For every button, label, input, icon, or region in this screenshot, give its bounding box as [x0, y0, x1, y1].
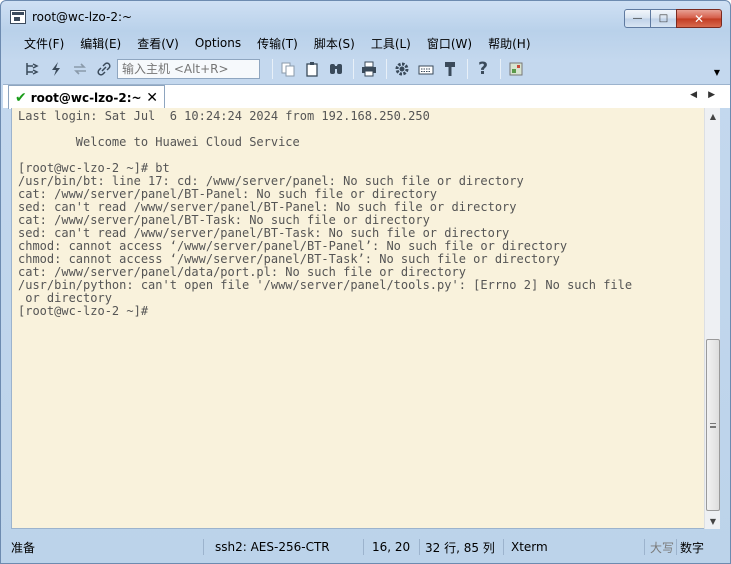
help-icon[interactable]: ? — [472, 58, 494, 80]
menu-edit[interactable]: 编辑(E) — [72, 35, 129, 52]
status-bar: 准备 ssh2: AES-256-CTR 16, 20 32 行, 85 列 X… — [3, 536, 730, 557]
scroll-up-icon[interactable]: ▲ — [705, 108, 721, 124]
scrollbar-thumb[interactable] — [706, 339, 720, 511]
status-separator — [203, 539, 204, 555]
sftp-icon[interactable] — [439, 58, 461, 80]
status-separator — [419, 539, 420, 555]
terminal-app-icon — [10, 10, 26, 24]
status-protocol: ssh2: AES-256-CTR — [215, 540, 330, 554]
status-separator — [644, 539, 645, 555]
terminal-output: Last login: Sat Jul 6 10:24:24 2024 from… — [18, 109, 633, 318]
toolbar-separator — [386, 59, 387, 79]
lightning-icon[interactable] — [45, 58, 67, 80]
host-input[interactable] — [117, 59, 260, 79]
status-separator — [503, 539, 504, 555]
tab-close-icon[interactable]: ✕ — [146, 90, 158, 106]
menu-help[interactable]: 帮助(H) — [480, 35, 538, 52]
status-cursor-position: 16, 20 — [372, 540, 411, 554]
copy-icon[interactable] — [277, 58, 299, 80]
link-icon[interactable] — [93, 58, 115, 80]
connect-icon[interactable] — [21, 58, 43, 80]
session-tab-label: root@wc-lzo-2:~ — [30, 90, 142, 105]
menu-bar: 文件(F) 编辑(E) 查看(V) Options 传输(T) 脚本(S) 工具… — [1, 33, 730, 53]
tab-scroll-right-icon[interactable]: ▶ — [708, 90, 715, 100]
minimize-button[interactable]: — — [624, 9, 651, 28]
toolbar-separator — [500, 59, 501, 79]
menu-file[interactable]: 文件(F) — [16, 35, 72, 52]
toolbar: ? ▼ — [3, 56, 730, 82]
keymap-icon[interactable] — [415, 58, 437, 80]
status-separator — [363, 539, 364, 555]
settings-icon[interactable] — [391, 58, 413, 80]
print-icon[interactable] — [358, 58, 380, 80]
toolbar-separator — [467, 59, 468, 79]
app-window: root@wc-lzo-2:~ — □ ✕ 文件(F) 编辑(E) 查看(V) … — [0, 0, 731, 564]
status-separator — [676, 539, 677, 555]
session-tab[interactable]: ✔ root@wc-lzo-2:~ ✕ — [8, 85, 165, 109]
find-icon[interactable] — [325, 58, 347, 80]
terminal-scrollbar[interactable]: ▲ ▼ — [704, 108, 720, 529]
menu-script[interactable]: 脚本(S) — [306, 35, 363, 52]
toolbar-overflow-icon[interactable]: ▼ — [714, 68, 720, 77]
connected-check-icon: ✔ — [15, 89, 27, 106]
map-icon[interactable] — [505, 58, 527, 80]
window-controls: — □ ✕ — [624, 9, 722, 29]
toolbar-separator — [272, 59, 273, 79]
tab-bar: ✔ root@wc-lzo-2:~ ✕ ◀ ▶ — [3, 84, 730, 109]
terminal-view[interactable]: Last login: Sat Jul 6 10:24:24 2024 from… — [11, 108, 704, 529]
status-terminal-type: Xterm — [511, 540, 548, 554]
scrollbar-grip-icon — [710, 423, 716, 428]
title-bar[interactable]: root@wc-lzo-2:~ — □ ✕ — [1, 1, 730, 32]
window-title: root@wc-lzo-2:~ — [32, 10, 133, 24]
scroll-down-icon[interactable]: ▼ — [705, 513, 721, 529]
status-caps-lock: 大写 — [650, 540, 675, 555]
menu-transfer[interactable]: 传输(T) — [249, 35, 306, 52]
menu-view[interactable]: 查看(V) — [129, 35, 187, 52]
tab-scroll-left-icon[interactable]: ◀ — [690, 90, 697, 100]
paste-icon[interactable] — [301, 58, 323, 80]
status-terminal-size: 32 行, 85 列 — [425, 540, 495, 555]
menu-options[interactable]: Options — [187, 36, 249, 50]
reconnect-icon[interactable] — [69, 58, 91, 80]
maximize-button[interactable]: □ — [650, 9, 677, 28]
close-button[interactable]: ✕ — [676, 9, 722, 28]
menu-window[interactable]: 窗口(W) — [419, 35, 480, 52]
toolbar-separator — [353, 59, 354, 79]
menu-tools[interactable]: 工具(L) — [363, 35, 419, 52]
status-ready: 准备 — [11, 540, 36, 555]
status-num-lock: 数字 — [680, 540, 705, 555]
